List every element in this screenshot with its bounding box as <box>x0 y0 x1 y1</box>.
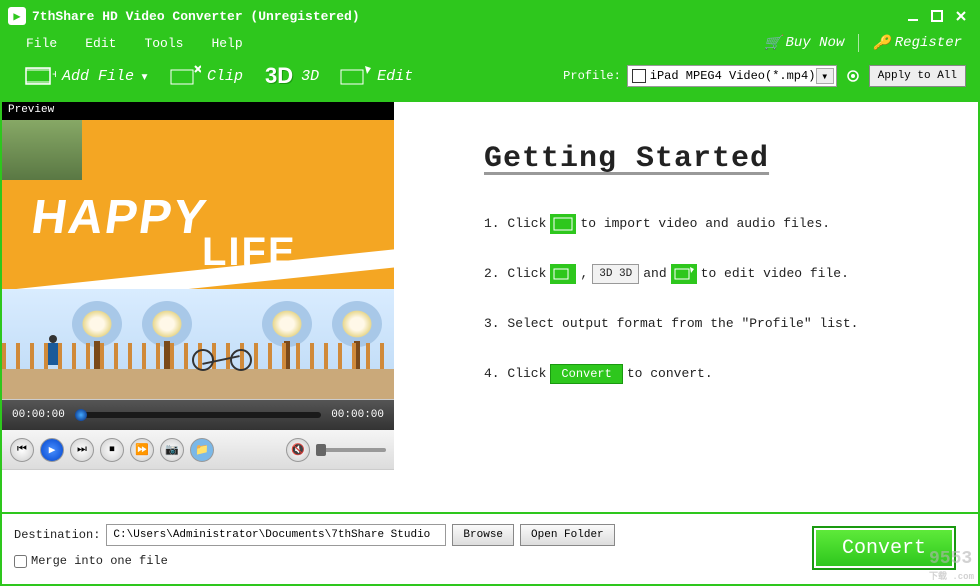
mute-button[interactable]: 🔇 <box>286 438 310 462</box>
preview-image: HAPPY LIFE <box>2 120 394 400</box>
3d-icon: 3D <box>263 64 295 88</box>
edit-icon <box>671 264 697 284</box>
minimize-button[interactable] <box>902 7 924 25</box>
maximize-button[interactable] <box>926 7 948 25</box>
seek-track[interactable] <box>75 412 321 418</box>
window-title: 7thShare HD Video Converter (Unregistere… <box>32 9 360 24</box>
edit-icon <box>339 64 371 88</box>
snapshot-button[interactable]: 📷 <box>160 438 184 462</box>
snapshot-folder-button[interactable]: 📁 <box>190 438 214 462</box>
add-file-button[interactable]: + Add File ▾ <box>14 60 159 92</box>
menubar: File Edit Tools Help 🛒 Buy Now 🔑 Registe… <box>2 30 978 56</box>
preview-label: Preview <box>2 102 394 120</box>
time-current: 00:00:00 <box>12 409 65 421</box>
film-icon: + <box>24 64 56 88</box>
menu-tools[interactable]: Tools <box>130 36 197 51</box>
bottom-bar: Destination: Browse Open Folder Merge in… <box>2 512 978 584</box>
destination-input[interactable] <box>106 524 446 546</box>
buy-now-label: Buy Now <box>786 35 845 51</box>
profile-value: iPad MPEG4 Video(*.mp4) <box>650 69 816 83</box>
close-button[interactable] <box>950 7 972 25</box>
3d-button[interactable]: 3D 3D <box>253 60 329 92</box>
player-controls: ⏮ ▶ ⏭ ⏹ ⏩ 📷 📁 🔇 <box>2 430 394 470</box>
app-logo-icon: ▶ <box>8 7 26 25</box>
profile-label: Profile: <box>563 69 621 83</box>
convert-inline-icon: Convert <box>550 364 622 384</box>
volume-slider[interactable] <box>316 448 386 452</box>
register-link[interactable]: 🔑 Register <box>867 34 968 52</box>
merge-label: Merge into one file <box>31 554 168 568</box>
seek-knob[interactable] <box>75 409 87 421</box>
profile-select[interactable]: iPad MPEG4 Video(*.mp4) ▾ <box>627 65 837 87</box>
step-4: 4. Click Convert to convert. <box>484 362 948 386</box>
step-3: 3. Select output format from the "Profil… <box>484 312 948 336</box>
clip-icon <box>550 264 576 284</box>
svg-text:+: + <box>52 68 56 82</box>
separator <box>858 34 859 52</box>
play-button[interactable]: ▶ <box>40 438 64 462</box>
3d-label: 3D <box>301 68 319 85</box>
chevron-down-icon: ▾ <box>140 67 149 86</box>
register-label: Register <box>895 35 962 51</box>
chevron-down-icon: ▾ <box>816 68 834 84</box>
edit-button[interactable]: Edit <box>329 60 423 92</box>
merge-checkbox[interactable] <box>14 555 27 568</box>
prev-button[interactable]: ⏮ <box>10 438 34 462</box>
time-total: 00:00:00 <box>331 409 384 421</box>
open-folder-button[interactable]: Open Folder <box>520 524 615 546</box>
destination-label: Destination: <box>14 528 100 542</box>
menu-edit[interactable]: Edit <box>71 36 130 51</box>
volume-knob[interactable] <box>316 444 326 456</box>
stop-button[interactable]: ⏹ <box>100 438 124 462</box>
getting-started-heading: Getting Started <box>484 142 948 176</box>
preview-text-1: HAPPY <box>28 190 211 245</box>
clip-button[interactable]: Clip <box>159 60 253 92</box>
timeline[interactable]: 00:00:00 00:00:00 <box>2 400 394 430</box>
step-2: 2. Click , 3D 3D and to edit video file. <box>484 262 948 286</box>
getting-started-panel: Getting Started 1. Click to import video… <box>394 102 978 512</box>
3d-icon: 3D 3D <box>592 264 639 284</box>
step-button[interactable]: ⏩ <box>130 438 154 462</box>
apply-to-all-button[interactable]: Apply to All <box>869 65 966 87</box>
next-button[interactable]: ⏭ <box>70 438 94 462</box>
titlebar: ▶ 7thShare HD Video Converter (Unregiste… <box>2 2 978 30</box>
clip-icon <box>169 64 201 88</box>
watermark: 9553 下载 .com <box>929 547 974 582</box>
film-icon <box>550 214 576 234</box>
step-1: 1. Click to import video and audio files… <box>484 212 948 236</box>
key-icon: 🔑 <box>873 35 890 52</box>
clip-label: Clip <box>207 68 243 85</box>
menu-file[interactable]: File <box>12 36 71 51</box>
device-icon <box>632 69 646 83</box>
menu-help[interactable]: Help <box>197 36 256 51</box>
browse-button[interactable]: Browse <box>452 524 514 546</box>
add-file-label: Add File <box>62 68 134 85</box>
buy-now-link[interactable]: 🛒 Buy Now <box>758 34 850 52</box>
edit-label: Edit <box>377 68 413 85</box>
toolbar: + Add File ▾ Clip 3D 3D Edit Profile: iP… <box>2 56 978 102</box>
profile-settings-button[interactable] <box>843 66 863 86</box>
cart-icon: 🛒 <box>764 35 781 52</box>
